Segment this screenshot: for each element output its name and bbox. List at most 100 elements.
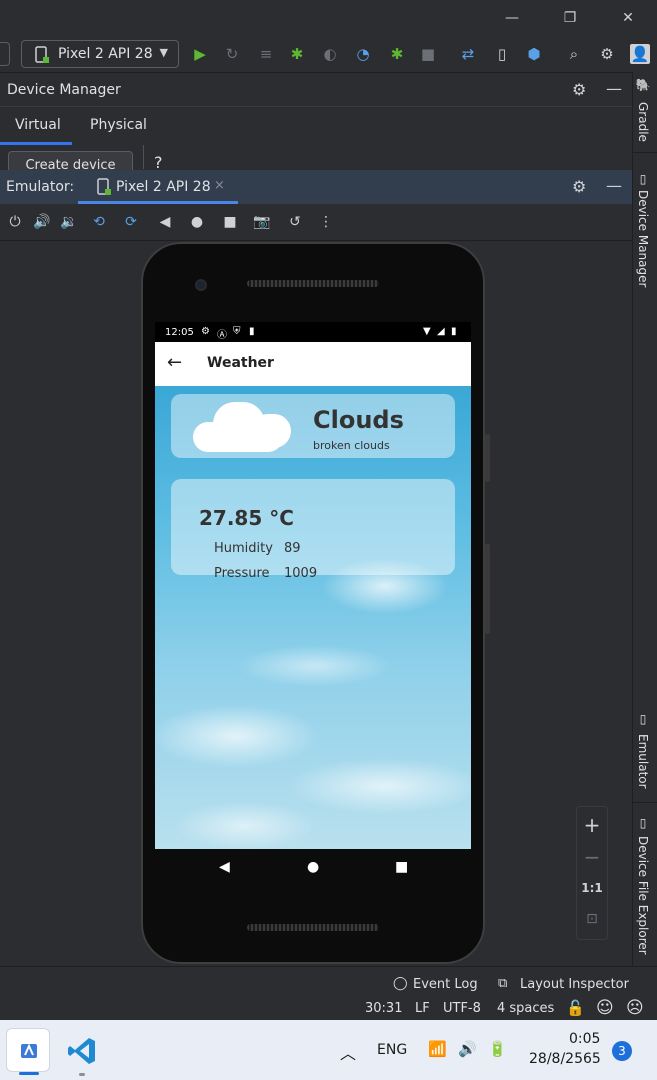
nav-overview-icon[interactable]: ■ bbox=[395, 859, 408, 875]
notification-badge[interactable]: 3 bbox=[612, 1041, 632, 1061]
android-studio-icon bbox=[21, 1043, 37, 1058]
search-icon[interactable]: ⌕ bbox=[564, 44, 584, 64]
pressure-label: Pressure bbox=[214, 566, 270, 581]
volume-up-icon[interactable]: 🔊 bbox=[32, 212, 52, 232]
stop-icon[interactable]: ■ bbox=[418, 44, 438, 64]
zoom-in-button[interactable]: + bbox=[577, 813, 607, 837]
rotate-right-icon[interactable]: ⟳ bbox=[121, 212, 141, 232]
volume-down-icon[interactable]: 🔉 bbox=[59, 212, 79, 232]
apply-changes-icon[interactable]: ≡ bbox=[256, 44, 276, 64]
tool-window-gradle[interactable]: Gradle bbox=[636, 102, 650, 142]
screenshot-camera-icon[interactable]: 📷 bbox=[252, 212, 272, 232]
back-arrow-icon[interactable]: ← bbox=[167, 352, 182, 373]
rotate-left-icon[interactable]: ⟲ bbox=[89, 212, 109, 232]
divider bbox=[633, 802, 657, 803]
config-selector-edge[interactable] bbox=[0, 42, 10, 66]
tool-window-device-manager[interactable]: Device Manager bbox=[636, 190, 650, 287]
run-icon[interactable]: ▶ bbox=[190, 44, 210, 64]
account-avatar-icon[interactable]: 👤 bbox=[630, 44, 650, 64]
right-tool-window-strip: 🐘 Gradle ▯ Device Manager ▯ Emulator ▯ D… bbox=[632, 72, 657, 966]
attach-debugger-icon[interactable]: ◐ bbox=[320, 44, 340, 64]
gradle-icon: 🐘 bbox=[636, 78, 650, 93]
clock-time[interactable]: 0:05 bbox=[569, 1031, 600, 1047]
emulator-tab-label: Pixel 2 API 28 bbox=[116, 179, 211, 195]
signal-icon: ◢ bbox=[437, 326, 445, 337]
device-screen[interactable]: 12:05 ⚙ Ⓐ ⛨ ▮ ▼ ◢ ▮ ← Weather Clouds bro… bbox=[155, 322, 471, 849]
tab-virtual[interactable]: Virtual bbox=[15, 117, 61, 133]
tool-window-device-file-explorer[interactable]: Device File Explorer bbox=[636, 836, 650, 955]
vscode-icon bbox=[68, 1038, 95, 1064]
attach-process-icon[interactable]: ✱ bbox=[387, 44, 407, 64]
tab-close-icon[interactable]: × bbox=[214, 178, 225, 193]
gear-icon[interactable]: ⚙ bbox=[572, 177, 586, 196]
layout-inspector-icon: ⧉ bbox=[498, 976, 508, 991]
rerun-icon[interactable]: ↻ bbox=[222, 44, 242, 64]
home-icon[interactable]: ● bbox=[187, 212, 207, 232]
device-manager-icon[interactable]: ▯ bbox=[492, 44, 512, 64]
taskbar-app-android-studio[interactable] bbox=[6, 1028, 50, 1075]
humidity-label: Humidity bbox=[214, 541, 273, 556]
humidity-value: 89 bbox=[284, 541, 301, 556]
lock-icon[interactable]: 🔓 bbox=[566, 999, 585, 1017]
actual-size-button[interactable]: 1:1 bbox=[577, 881, 607, 895]
close-icon[interactable]: ✕ bbox=[618, 8, 638, 28]
emulator-tab[interactable]: Pixel 2 API 28 × bbox=[78, 170, 238, 204]
tool-window-emulator[interactable]: Emulator bbox=[636, 734, 650, 789]
device-selector[interactable]: Pixel 2 API 28 ▼ bbox=[21, 40, 179, 68]
show-hidden-icons-chevron-icon[interactable]: ︿ bbox=[340, 1040, 356, 1064]
volume-side-button bbox=[485, 544, 490, 634]
fit-screen-icon[interactable]: ⊡ bbox=[577, 911, 607, 927]
clock-date[interactable]: 28/8/2565 bbox=[529, 1051, 601, 1067]
device-selector-label: Pixel 2 API 28 bbox=[58, 46, 153, 62]
hide-panel-icon[interactable]: — bbox=[606, 79, 622, 98]
hide-panel-icon[interactable]: — bbox=[606, 176, 622, 195]
restore-icon[interactable]: ❐ bbox=[560, 8, 580, 28]
create-device-button[interactable]: Create device bbox=[8, 151, 133, 170]
help-icon[interactable]: ? bbox=[154, 153, 163, 170]
divider bbox=[143, 145, 144, 169]
back-icon[interactable]: ◀ bbox=[155, 212, 175, 232]
pressure-value: 1009 bbox=[284, 566, 318, 581]
file-explorer-tool-icon: ▯ bbox=[636, 816, 650, 830]
chevron-down-icon: ▼ bbox=[159, 46, 168, 59]
android-status-bar: 12:05 ⚙ Ⓐ ⛨ ▮ ▼ ◢ ▮ bbox=[155, 322, 471, 342]
snapshot-icon[interactable]: ↺ bbox=[285, 212, 305, 232]
zoom-controls: + − 1:1 ⊡ bbox=[576, 806, 608, 940]
zoom-out-button[interactable]: − bbox=[577, 845, 607, 869]
sync-gradle-icon[interactable]: ⇄ bbox=[458, 44, 478, 64]
input-language[interactable]: ENG bbox=[377, 1042, 407, 1058]
battery-tray-icon[interactable]: 🔋 bbox=[488, 1040, 507, 1058]
volume-tray-icon[interactable]: 🔊 bbox=[458, 1040, 477, 1058]
status-time: 12:05 bbox=[165, 327, 194, 338]
tab-physical[interactable]: Physical bbox=[90, 117, 147, 133]
wifi-tray-icon[interactable]: 📶 bbox=[428, 1040, 447, 1058]
sdk-manager-icon[interactable]: ⬢ bbox=[524, 44, 544, 64]
temperature-value: 27.85 °C bbox=[199, 506, 294, 530]
ide-status-bar: ◯ Event Log ⧉ Layout Inspector 30:31 LF … bbox=[0, 966, 657, 1020]
power-icon[interactable]: ⏻ bbox=[5, 212, 25, 232]
phone-icon bbox=[97, 178, 111, 195]
happy-face-icon[interactable]: ☺ bbox=[596, 998, 614, 1018]
more-options-icon[interactable]: ⋮ bbox=[316, 212, 336, 232]
settings-gear-icon[interactable]: ⚙ bbox=[597, 44, 617, 64]
indent-setting[interactable]: 4 spaces bbox=[497, 1001, 554, 1016]
file-encoding[interactable]: UTF-8 bbox=[443, 1001, 481, 1016]
taskbar-app-vscode[interactable] bbox=[60, 1028, 104, 1076]
device-manager-actions: Create device ? bbox=[0, 145, 632, 170]
caret-position[interactable]: 30:31 bbox=[365, 1001, 402, 1016]
sad-face-icon[interactable]: ☹ bbox=[626, 998, 644, 1018]
minimize-icon[interactable]: — bbox=[502, 8, 522, 28]
layout-inspector-link[interactable]: Layout Inspector bbox=[520, 977, 629, 992]
event-log-link[interactable]: Event Log bbox=[413, 977, 478, 992]
line-separator[interactable]: LF bbox=[415, 1001, 430, 1016]
condition-description: broken clouds bbox=[313, 439, 390, 452]
overview-icon[interactable]: ■ bbox=[220, 212, 240, 232]
open-app-indicator bbox=[79, 1073, 85, 1076]
device-manager-tabs: Virtual Physical bbox=[0, 106, 632, 144]
nav-home-icon[interactable]: ● bbox=[307, 859, 319, 875]
nav-back-icon[interactable]: ◀ bbox=[219, 859, 230, 875]
profile-icon[interactable]: ◔ bbox=[353, 44, 373, 64]
debug-icon[interactable]: ✱ bbox=[287, 44, 307, 64]
gear-icon[interactable]: ⚙ bbox=[572, 80, 586, 99]
app-bar: ← Weather bbox=[155, 342, 471, 386]
